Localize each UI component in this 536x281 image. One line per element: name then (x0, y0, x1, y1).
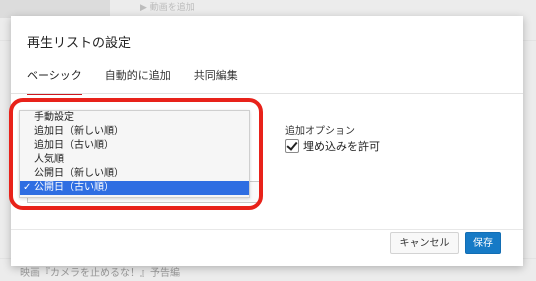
cancel-button[interactable]: キャンセル (390, 232, 459, 254)
footer-divider (11, 229, 523, 230)
sort-option-popular[interactable]: 人気順 (20, 153, 249, 167)
sort-option-added-oldest[interactable]: 追加日（古い順） (20, 139, 249, 153)
background-video-title: 映画『カメラを止めるな！』予告編 (20, 268, 180, 279)
tab-auto-add[interactable]: 自動的に追加 (105, 67, 171, 95)
tabs-divider (11, 93, 523, 94)
add-options-label: 追加オプション (285, 126, 355, 137)
background-add-video-link: ▶ 動画を追加 (140, 3, 195, 13)
embed-checkbox-row[interactable]: 埋め込みを許可 (285, 138, 380, 154)
sort-option-published-newest[interactable]: 公開日（新しい順） (20, 167, 249, 181)
save-button[interactable]: 保存 (465, 232, 501, 254)
checkmark-icon: ✓ (23, 182, 32, 193)
settings-tabs: ベーシック 自動的に追加 共同編集 (27, 67, 261, 95)
tab-basic[interactable]: ベーシック (27, 67, 82, 95)
sort-option-manual[interactable]: 手動設定 (20, 111, 249, 125)
sort-option-published-oldest[interactable]: ✓ 公開日（古い順） (20, 181, 249, 195)
tab-collaborate[interactable]: 共同編集 (194, 67, 238, 95)
sort-dropdown-menu: 手動設定 追加日（新しい順） 追加日（古い順） 人気順 公開日（新しい順） ✓ … (19, 110, 250, 198)
sort-option-added-newest[interactable]: 追加日（新しい順） (20, 125, 249, 139)
dialog-title: 再生リストの設定 (27, 36, 132, 51)
embed-checkbox-label[interactable]: 埋め込みを許可 (303, 138, 380, 154)
embed-checkbox[interactable] (285, 139, 299, 153)
sort-option-label: 公開日（古い順） (34, 182, 114, 193)
